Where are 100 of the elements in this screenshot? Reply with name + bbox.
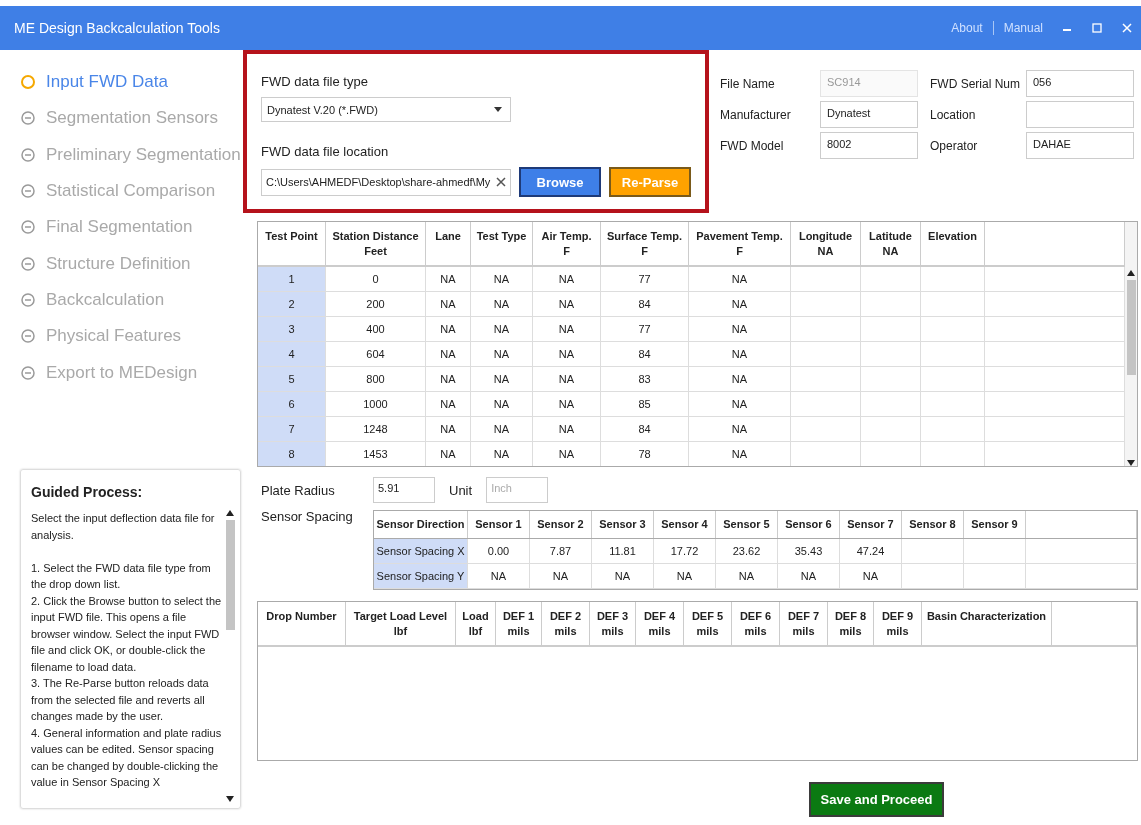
- column-header[interactable]: Sensor Direction: [374, 511, 468, 538]
- table-cell[interactable]: 23.62: [716, 539, 778, 564]
- column-header[interactable]: Air Temp. F: [533, 222, 601, 265]
- close-icon[interactable]: [1121, 22, 1133, 34]
- column-header[interactable]: Load lbf: [456, 602, 496, 645]
- table-cell: [921, 417, 985, 442]
- column-header[interactable]: Latitude NA: [861, 222, 921, 265]
- table-cell: 2: [258, 292, 326, 317]
- info-field[interactable]: DAHAE: [1026, 132, 1134, 159]
- column-header[interactable]: Test Point: [258, 222, 326, 265]
- scrollbar[interactable]: [1125, 222, 1137, 466]
- column-header[interactable]: Sensor 9: [964, 511, 1026, 538]
- column-header[interactable]: DEF 8 mils: [828, 602, 874, 645]
- column-header[interactable]: Surface Temp. F: [601, 222, 689, 265]
- column-header[interactable]: Sensor 7: [840, 511, 902, 538]
- info-label: FWD Model: [720, 138, 785, 153]
- scroll-down-icon[interactable]: [226, 796, 234, 802]
- info-field[interactable]: Dynatest: [820, 101, 918, 128]
- table-cell: NA: [689, 417, 791, 442]
- column-header[interactable]: DEF 5 mils: [684, 602, 732, 645]
- column-header[interactable]: Elevation: [921, 222, 985, 265]
- column-header[interactable]: Sensor 2: [530, 511, 592, 538]
- table-cell[interactable]: 17.72: [654, 539, 716, 564]
- scroll-down-icon[interactable]: [1127, 460, 1135, 466]
- info-label: File Name: [720, 76, 776, 91]
- column-header[interactable]: DEF 9 mils: [874, 602, 922, 645]
- guided-title: Guided Process:: [31, 484, 143, 500]
- scroll-thumb[interactable]: [225, 520, 235, 630]
- table-cell: NA: [533, 392, 601, 417]
- plate-radius-field[interactable]: 5.91: [373, 477, 435, 503]
- table-cell: [861, 342, 921, 367]
- table-cell: NA: [533, 417, 601, 442]
- column-header[interactable]: Sensor 5: [716, 511, 778, 538]
- file-type-dropdown[interactable]: Dynatest V.20 (*.FWD): [261, 97, 511, 122]
- file-location-field[interactable]: C:\Users\AHMEDF\Desktop\share-ahmedf\My: [261, 168, 511, 196]
- column-header[interactable]: Drop Number: [258, 602, 346, 645]
- table-cell[interactable]: NA: [654, 564, 716, 589]
- minus-circle-icon: [20, 110, 36, 127]
- column-header[interactable]: Sensor 6: [778, 511, 840, 538]
- column-header[interactable]: DEF 6 mils: [732, 602, 780, 645]
- minus-circle-icon: [20, 183, 36, 200]
- table-cell[interactable]: [902, 539, 964, 564]
- column-header[interactable]: Longitude NA: [791, 222, 861, 265]
- table-cell[interactable]: NA: [716, 564, 778, 589]
- table-cell: 800: [326, 367, 426, 392]
- info-field[interactable]: [1026, 101, 1134, 128]
- column-header[interactable]: DEF 2 mils: [542, 602, 590, 645]
- table-cell[interactable]: 0.00: [468, 539, 530, 564]
- table-cell[interactable]: [964, 564, 1026, 589]
- column-header[interactable]: Sensor 8: [902, 511, 964, 538]
- column-header[interactable]: DEF 1 mils: [496, 602, 542, 645]
- table-cell[interactable]: NA: [778, 564, 840, 589]
- table-cell: NA: [426, 417, 471, 442]
- info-label: Manufacturer: [720, 107, 792, 122]
- row-header: Sensor Spacing Y: [374, 564, 468, 589]
- table-cell[interactable]: NA: [468, 564, 530, 589]
- info-field[interactable]: 8002: [820, 132, 918, 159]
- table-cell[interactable]: 47.24: [840, 539, 902, 564]
- table-cell: NA: [471, 342, 533, 367]
- column-header[interactable]: Sensor 1: [468, 511, 530, 538]
- table-cell: 604: [326, 342, 426, 367]
- table-cell[interactable]: 7.87: [530, 539, 592, 564]
- table-cell[interactable]: NA: [530, 564, 592, 589]
- column-header[interactable]: Lane: [426, 222, 471, 265]
- column-header[interactable]: DEF 7 mils: [780, 602, 828, 645]
- field-label: FWD data file type: [261, 74, 369, 89]
- table-cell: [791, 392, 861, 417]
- scroll-up-icon[interactable]: [226, 510, 234, 516]
- table-cell[interactable]: 35.43: [778, 539, 840, 564]
- table-cell[interactable]: 11.81: [592, 539, 654, 564]
- table-cell: NA: [533, 317, 601, 342]
- column-header[interactable]: Basin Characterization: [922, 602, 1052, 645]
- table-cell: NA: [689, 317, 791, 342]
- file-button[interactable]: Browse: [519, 167, 601, 197]
- scrollbar[interactable]: [224, 510, 236, 802]
- table-cell: [861, 317, 921, 342]
- column-header[interactable]: Sensor 4: [654, 511, 716, 538]
- table-cell[interactable]: NA: [592, 564, 654, 589]
- table-cell: NA: [689, 267, 791, 292]
- column-header[interactable]: DEF 4 mils: [636, 602, 684, 645]
- nav-item[interactable]: Input FWD Data: [20, 64, 243, 101]
- table-cell[interactable]: [902, 564, 964, 589]
- info-field[interactable]: 056: [1026, 70, 1134, 97]
- scroll-thumb[interactable]: [1126, 280, 1136, 375]
- table-cell: NA: [426, 367, 471, 392]
- clear-icon[interactable]: [496, 177, 506, 187]
- column-header[interactable]: Target Load Level lbf: [346, 602, 456, 645]
- table-cell: 400: [326, 317, 426, 342]
- column-header[interactable]: Station Distance Feet: [326, 222, 426, 265]
- table-cell: [791, 267, 861, 292]
- scroll-up-icon[interactable]: [1127, 270, 1135, 276]
- column-header[interactable]: DEF 3 mils: [590, 602, 636, 645]
- field-label: FWD data file location: [261, 144, 390, 159]
- column-header[interactable]: Sensor 3: [592, 511, 654, 538]
- column-header[interactable]: Pavement Temp. F: [689, 222, 791, 265]
- column-header[interactable]: Test Type: [471, 222, 533, 265]
- maximize-icon[interactable]: [1091, 22, 1103, 34]
- save-and-proceed-button[interactable]: Save and Proceed: [809, 782, 944, 817]
- table-cell[interactable]: NA: [840, 564, 902, 589]
- table-cell[interactable]: [964, 539, 1026, 564]
